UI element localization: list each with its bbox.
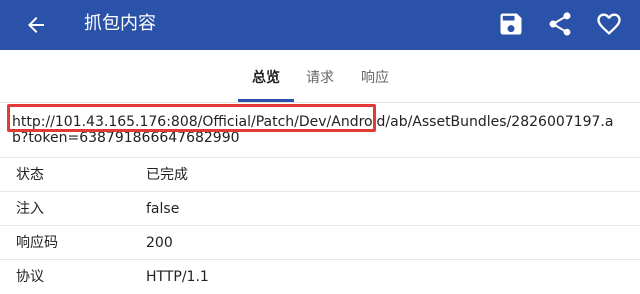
page-title: 抓包内容: [84, 13, 156, 34]
app-bar: 抓包内容: [0, 0, 640, 50]
heart-icon[interactable]: [595, 10, 623, 38]
detail-value: 200: [146, 235, 173, 251]
tab-request[interactable]: 请求: [306, 68, 334, 88]
detail-value: 已完成: [146, 167, 188, 183]
detail-key: 注入: [16, 201, 44, 217]
detail-key: 协议: [16, 269, 44, 285]
detail-key: 响应码: [16, 235, 58, 251]
tab-overview[interactable]: 总览: [252, 68, 280, 88]
url-highlight-box: [7, 104, 376, 132]
arrow-back-icon[interactable]: [24, 13, 48, 37]
active-tab-indicator: [238, 99, 294, 102]
detail-key: 状态: [16, 167, 44, 183]
detail-row-inject: 注入 false: [0, 191, 640, 225]
detail-row-response-code: 响应码 200: [0, 225, 640, 259]
tab-bar: 总览 请求 响应: [0, 50, 640, 103]
share-icon[interactable]: [546, 10, 574, 38]
detail-value: false: [146, 201, 180, 217]
detail-value: HTTP/1.1: [146, 269, 209, 285]
detail-row-status: 状态 已完成: [0, 157, 640, 191]
tab-response[interactable]: 响应: [361, 68, 389, 88]
save-icon[interactable]: [497, 10, 525, 38]
detail-row-protocol: 协议 HTTP/1.1: [0, 259, 640, 293]
